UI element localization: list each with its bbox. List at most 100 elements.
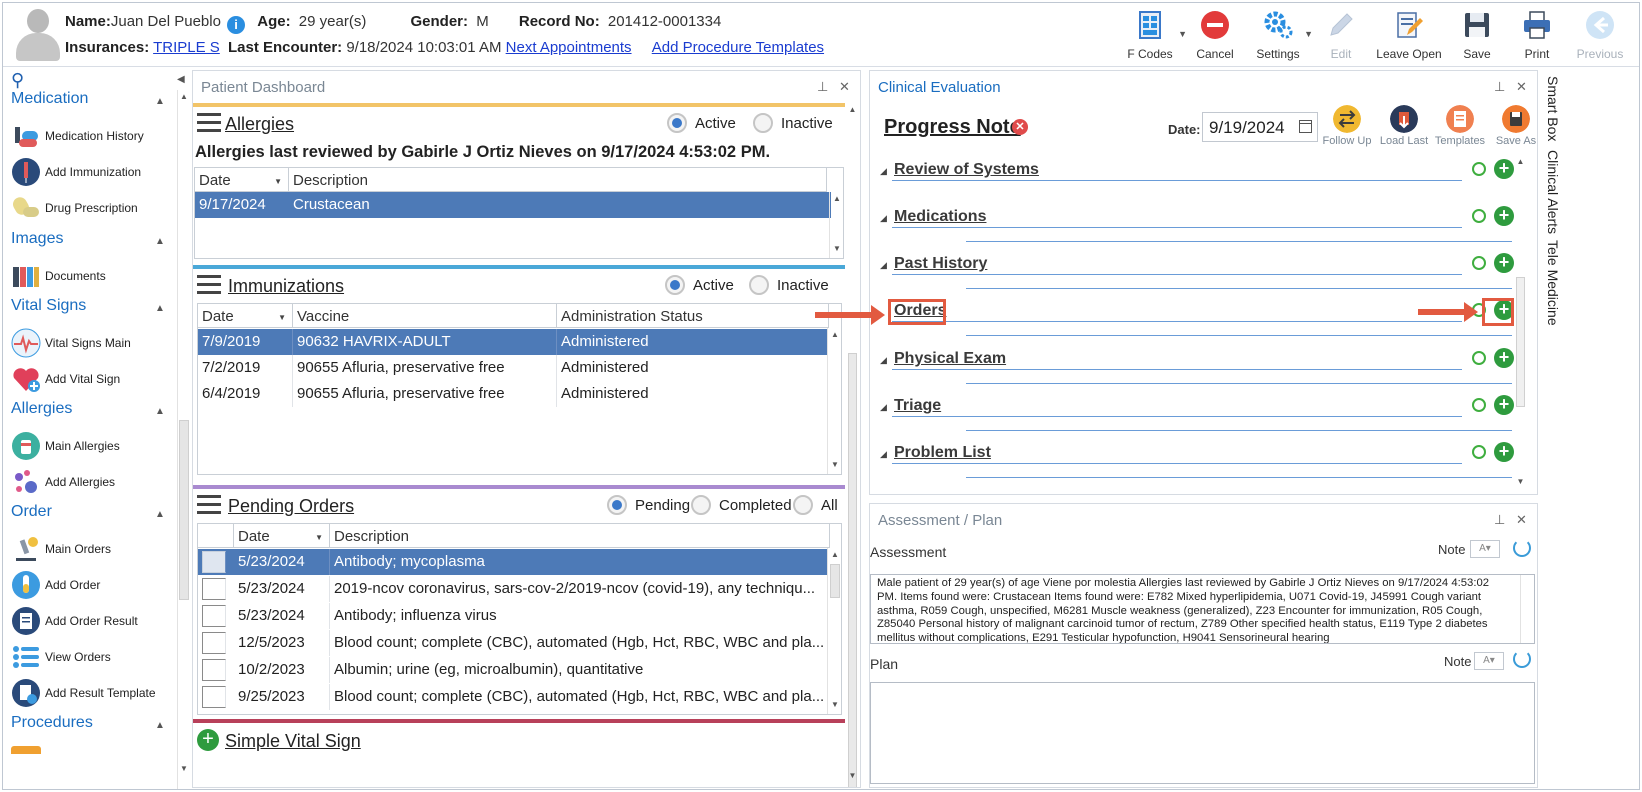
table-row[interactable]: 9/17/2024 Crustacean [195,192,831,218]
column-header-description[interactable]: Description [330,524,830,547]
section-medications[interactable]: ◢ Medications + [880,205,1514,245]
calendar-icon[interactable] [1299,120,1312,133]
sidebar-item-add-order[interactable]: Add Order [11,567,100,603]
table-row[interactable]: 5/23/2024 Antibody; mycoplasma [198,549,828,575]
sidebar-item-view-orders[interactable]: View Orders [11,639,111,675]
add-circle-icon[interactable]: + [1494,159,1514,179]
sidebar-item-add-vital-sign[interactable]: Add Vital Sign [11,361,120,397]
pin-icon[interactable]: ⊥ [817,79,828,95]
row-checkbox[interactable] [202,632,226,654]
allergies-table-scrollbar[interactable]: ▲ ▼ [829,192,843,258]
section-label[interactable]: Review of Systems [894,161,1039,179]
add-circle-icon[interactable]: + [1494,395,1514,415]
chevron-up-icon[interactable]: ▲ [155,509,165,520]
scroll-down-icon[interactable]: ▼ [178,764,190,773]
scroll-down-icon[interactable]: ▼ [828,700,841,709]
table-row[interactable]: 10/2/2023 Albumin; urine (eg, microalbum… [198,657,828,683]
section-label[interactable]: Physical Exam [894,350,1006,368]
print-button[interactable]: Print [1507,3,1567,65]
expand-triangle-icon[interactable]: ◢ [880,355,887,366]
scroll-thumb[interactable] [848,353,857,787]
chevron-up-icon[interactable]: ▲ [155,96,165,107]
allergies-title[interactable]: Allergies [225,114,294,135]
refresh-icon[interactable] [1513,650,1531,668]
alarm-clock-icon[interactable] [1472,398,1486,412]
section-orders[interactable]: ◢ Orders + [880,299,1514,339]
section-label[interactable]: Past History [894,255,987,273]
assessment-textarea[interactable]: Male patient of 29 year(s) of age Viene … [870,574,1535,644]
row-checkbox[interactable] [202,578,226,600]
dashboard-scrollbar[interactable]: ▲ ▼ [846,103,859,787]
chevron-up-icon[interactable]: ▲ [155,720,165,731]
completed-radio[interactable]: Completed [691,495,792,515]
pending-orders-table-scrollbar[interactable]: ▲ ▼ [827,548,841,714]
pin-icon[interactable]: ⊥ [1494,79,1505,95]
scroll-thumb[interactable] [179,420,189,600]
sidebar-section-images[interactable]: Images [11,230,63,248]
leave-open-button[interactable]: Leave Open [1371,3,1447,65]
row-checkbox[interactable] [202,686,226,708]
follow-up-button[interactable]: Follow Up [1318,105,1376,151]
expand-triangle-icon[interactable]: ◢ [880,449,887,460]
section-physical-exam[interactable]: ◢ Physical Exam + [880,347,1514,387]
f-codes-button[interactable]: ▼ F Codes [1115,3,1187,65]
assessment-scrollbar[interactable] [1520,575,1534,643]
scroll-down-icon[interactable]: ▼ [1514,477,1527,486]
add-circle-icon[interactable]: + [1494,348,1514,368]
column-header-administration-status[interactable]: Administration Status [557,304,829,327]
pin-icon[interactable]: ⊥ [1494,512,1505,528]
scroll-down-icon[interactable]: ▼ [830,244,843,253]
expand-triangle-icon[interactable]: ◢ [880,166,887,177]
row-checkbox[interactable] [202,551,226,573]
scroll-thumb[interactable] [1516,277,1525,407]
table-row[interactable]: 9/25/2023 Blood count; complete (CBC), a… [198,684,828,710]
scroll-up-icon[interactable]: ▲ [830,194,843,203]
tab-clinical-alerts[interactable]: Clinical Alerts [1545,150,1561,234]
expand-triangle-icon[interactable]: ◢ [880,402,887,413]
chevron-up-icon[interactable]: ▲ [155,303,165,314]
settings-button[interactable]: ▼ Settings [1245,3,1313,65]
sidebar-section-procedures[interactable]: Procedures [11,714,93,732]
close-icon[interactable]: ✕ [1516,79,1527,95]
sidebar-section-vital-signs[interactable]: Vital Signs [11,297,86,315]
pending-radio[interactable]: Pending [607,495,690,515]
row-checkbox[interactable] [202,605,226,627]
chevron-up-icon[interactable]: ▲ [155,236,165,247]
section-problem-list[interactable]: ◢ Problem List + [880,441,1514,481]
allergies-active-radio[interactable]: Active [667,113,736,133]
add-procedure-templates-link[interactable]: Add Procedure Templates [652,39,824,56]
chevron-up-icon[interactable]: ▲ [155,406,165,417]
alarm-clock-icon[interactable] [1472,256,1486,270]
section-past-history[interactable]: ◢ Past History + [880,252,1514,292]
sidebar-scrollbar[interactable]: ▲ ▼ [177,90,190,789]
load-last-button[interactable]: Load Last [1375,105,1433,151]
scroll-up-icon[interactable]: ▲ [1514,157,1527,166]
scroll-up-icon[interactable]: ▲ [828,550,841,559]
row-checkbox[interactable] [202,659,226,681]
table-row[interactable]: 6/4/2019 90655 Afluria, preservative fre… [198,381,828,407]
sidebar-item-main-allergies[interactable]: Main Allergies [11,428,120,464]
scroll-down-icon[interactable]: ▼ [828,460,841,469]
scroll-up-icon[interactable]: ▲ [178,92,190,101]
add-circle-icon[interactable]: + [1494,442,1514,462]
simple-vital-sign-title[interactable]: Simple Vital Sign [225,731,361,752]
sidebar-item-vital-signs-main[interactable]: Vital Signs Main [11,325,131,361]
note-font-dropdown[interactable]: A▾ [1474,652,1504,670]
column-header-description[interactable]: Description [289,168,827,191]
sidebar-section-allergies[interactable]: Allergies [11,400,72,418]
remove-icon[interactable]: ✕ [1012,119,1028,135]
next-appointments-link[interactable]: Next Appointments [506,39,632,56]
section-label[interactable]: Medications [894,208,986,226]
add-circle-icon[interactable]: + [1494,253,1514,273]
close-icon[interactable]: ✕ [1516,512,1527,528]
insurances-link[interactable]: TRIPLE S [153,39,220,56]
sidebar-item-add-result-template[interactable]: Add Result Template [11,675,156,711]
sidebar-item-add-allergies[interactable]: Add Allergies [11,464,115,500]
column-header-vaccine[interactable]: Vaccine [293,304,557,327]
immunizations-table-scrollbar[interactable]: ▲ ▼ [827,328,841,474]
add-circle-icon[interactable]: + [1494,206,1514,226]
date-input[interactable]: 9/19/2024 [1202,112,1318,142]
section-review-of-systems[interactable]: ◢ Review of Systems + [880,158,1514,198]
immunizations-inactive-radio[interactable]: Inactive [749,275,829,295]
cancel-button[interactable]: Cancel [1185,3,1245,65]
